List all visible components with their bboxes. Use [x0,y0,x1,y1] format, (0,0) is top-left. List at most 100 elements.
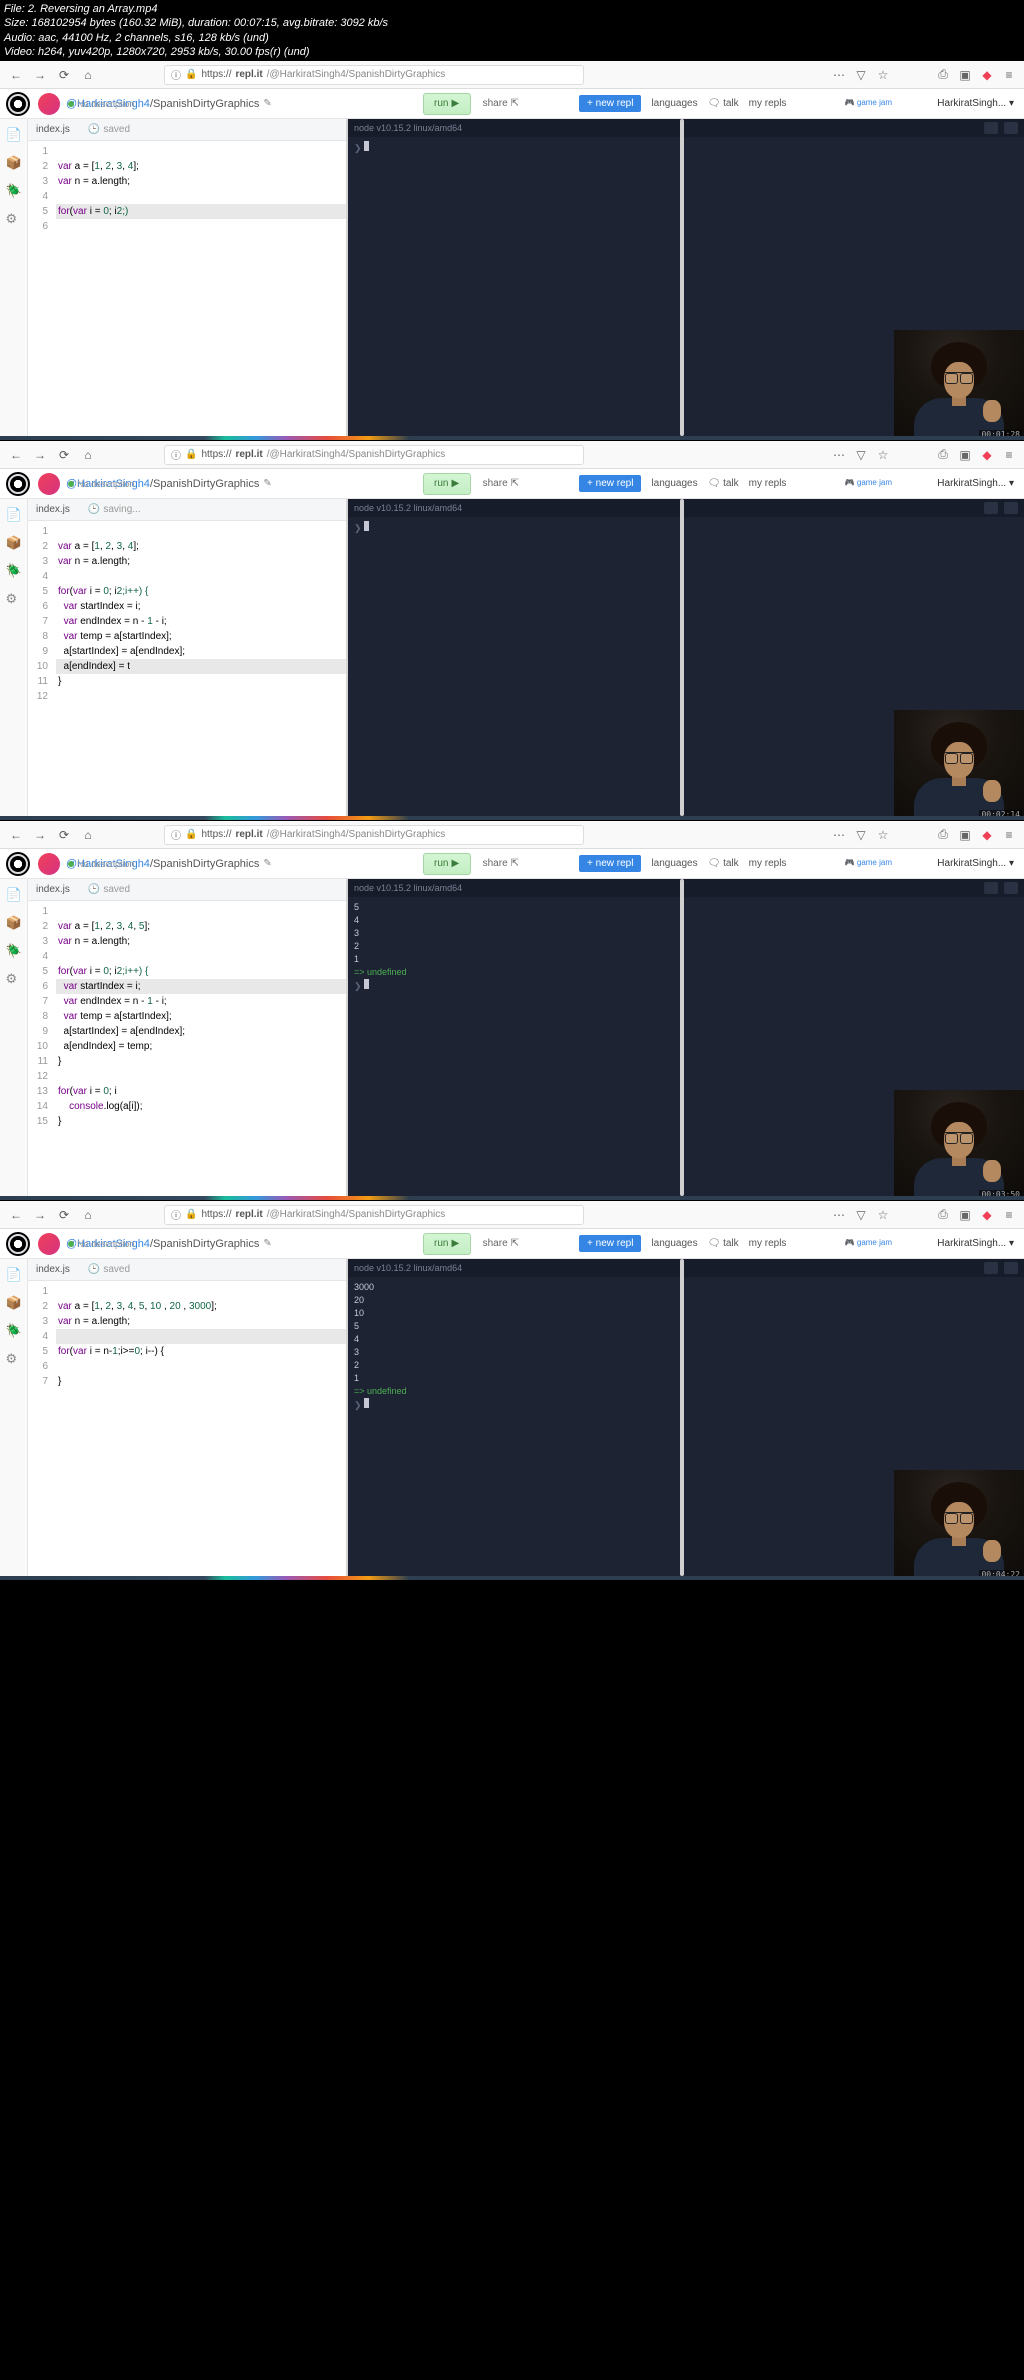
star-icon[interactable]: ☆ [876,828,890,842]
packages-icon[interactable]: 📦 [6,915,22,931]
reload-button[interactable]: ⟳ [56,827,72,843]
code-line[interactable]: var temp = a[startIndex]; [56,629,346,644]
code-editor[interactable]: 123456789101112 var a = [1, 2, 3, 4];var… [28,521,346,820]
code-line[interactable]: a[startIndex] = a[endIndex]; [56,644,346,659]
star-icon[interactable]: ☆ [876,448,890,462]
reader-icon[interactable]: ▽ [854,68,868,82]
library-icon[interactable]: ⎙ [936,68,950,82]
code-line[interactable]: var a = [1, 2, 3, 4]; [56,159,346,174]
debug-icon[interactable]: 🪲 [6,183,22,199]
home-button[interactable]: ⌂ [80,447,96,463]
user-menu[interactable]: HarkiratSingh... ▾ [937,478,1014,489]
term-close-icon[interactable] [1004,882,1018,894]
account-icon[interactable]: ▣ [958,448,972,462]
code-line[interactable]: a[startIndex] = a[endIndex]; [56,1024,346,1039]
code-line[interactable]: console.log(a[i]); [56,1099,346,1114]
history-icon[interactable]: 🕒 [88,124,100,135]
menu-icon[interactable]: ≡ [1002,1208,1016,1222]
code-line[interactable]: for(var i = 0; i2;) [56,204,346,219]
code-editor[interactable]: 123456 var a = [1, 2, 3, 4];var n = a.le… [28,141,346,440]
url-bar[interactable]: ⓘ 🔒 https://repl.it/@HarkiratSingh4/Span… [164,825,584,845]
avatar[interactable] [38,853,60,875]
home-button[interactable]: ⌂ [80,827,96,843]
term-close-icon[interactable] [1004,122,1018,134]
reload-button[interactable]: ⟳ [56,1207,72,1223]
editor-scrollbar[interactable] [680,879,684,1196]
languages-link[interactable]: languages [651,98,697,109]
new-repl-button[interactable]: + new repl [579,855,641,872]
url-bar[interactable]: ⓘ 🔒 https://repl.it/@HarkiratSingh4/Span… [164,445,584,465]
packages-icon[interactable]: 📦 [6,1295,22,1311]
code-line[interactable]: } [56,674,346,689]
talk-link[interactable]: 🗨 talk [708,858,739,869]
myrepls-link[interactable]: my repls [749,858,787,869]
code-line[interactable]: for(var i = 0; i [56,1084,346,1099]
code-line[interactable]: var temp = a[startIndex]; [56,1009,346,1024]
code-editor[interactable]: 123456789101112131415 var a = [1, 2, 3, … [28,901,346,1200]
languages-link[interactable]: languages [651,478,697,489]
new-repl-button[interactable]: + new repl [579,1235,641,1252]
code-line[interactable]: } [56,1114,346,1129]
share-button[interactable]: share ⇱ [483,478,519,489]
code-line[interactable]: var n = a.length; [56,1314,346,1329]
files-icon[interactable]: 📄 [6,887,22,903]
avatar[interactable] [38,473,60,495]
back-button[interactable]: ← [8,447,24,463]
debug-icon[interactable]: 🪲 [6,563,22,579]
file-tab[interactable]: index.js [36,504,70,515]
run-button[interactable]: run ▶ [423,1233,471,1255]
code-line[interactable]: for(var i = 0; i2;i++) { [56,584,346,599]
code-line[interactable] [56,1329,346,1344]
code-line[interactable]: var n = a.length; [56,934,346,949]
code-line[interactable]: } [56,1054,346,1069]
menu-icon[interactable]: ≡ [1002,448,1016,462]
file-tab[interactable]: index.js [36,1264,70,1275]
game-jam-link[interactable]: 🎮 game jam [845,478,892,487]
pocket-icon[interactable]: ◆ [980,1208,994,1222]
settings-icon[interactable]: ⚙ [6,591,22,607]
more-icon[interactable]: ⋯ [832,1208,846,1222]
settings-icon[interactable]: ⚙ [6,971,22,987]
code-line[interactable]: a[endIndex] = t [56,659,346,674]
share-button[interactable]: share ⇱ [483,98,519,109]
code-line[interactable]: var endIndex = n - 1 - i; [56,994,346,1009]
edit-icon[interactable]: ✎ [263,1238,271,1249]
code-line[interactable] [56,1284,346,1299]
file-tab[interactable]: index.js [36,124,70,135]
packages-icon[interactable]: 📦 [6,535,22,551]
term-expand-icon[interactable] [984,882,998,894]
debug-icon[interactable]: 🪲 [6,943,22,959]
library-icon[interactable]: ⎙ [936,448,950,462]
file-tab[interactable]: index.js [36,884,70,895]
info-icon[interactable]: ⓘ [171,827,181,842]
game-jam-link[interactable]: 🎮 game jam [845,98,892,107]
history-icon[interactable]: 🕒 [88,1264,100,1275]
replit-logo[interactable] [6,472,30,496]
editor-scrollbar[interactable] [680,1259,684,1576]
share-button[interactable]: share ⇱ [483,1238,519,1249]
code-line[interactable]: var startIndex = i; [56,599,346,614]
code-line[interactable]: var n = a.length; [56,554,346,569]
code-editor[interactable]: 1234567 var a = [1, 2, 3, 4, 5, 10 , 20 … [28,1281,346,1580]
pocket-icon[interactable]: ◆ [980,828,994,842]
term-close-icon[interactable] [1004,502,1018,514]
avatar[interactable] [38,1233,60,1255]
code-line[interactable]: var a = [1, 2, 3, 4]; [56,539,346,554]
back-button[interactable]: ← [8,827,24,843]
replit-logo[interactable] [6,1232,30,1256]
reload-button[interactable]: ⟳ [56,67,72,83]
myrepls-link[interactable]: my repls [749,478,787,489]
term-expand-icon[interactable] [984,122,998,134]
settings-icon[interactable]: ⚙ [6,1351,22,1367]
code-line[interactable] [56,219,346,234]
settings-icon[interactable]: ⚙ [6,211,22,227]
edit-icon[interactable]: ✎ [263,858,271,869]
code-line[interactable] [56,524,346,539]
info-icon[interactable]: ⓘ [171,447,181,462]
code-line[interactable]: } [56,1374,346,1389]
files-icon[interactable]: 📄 [6,127,22,143]
term-expand-icon[interactable] [984,502,998,514]
run-button[interactable]: run ▶ [423,473,471,495]
code-line[interactable] [56,189,346,204]
talk-link[interactable]: 🗨 talk [708,98,739,109]
